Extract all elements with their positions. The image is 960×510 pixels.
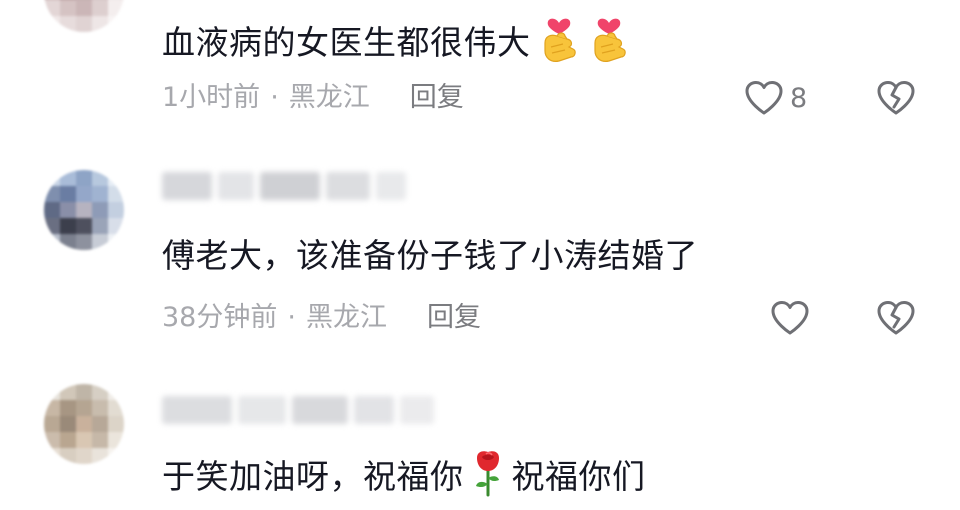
comment-text-before: 于笑加油呀，祝福你 [162,457,464,496]
reply-button[interactable]: 回复 [410,80,464,116]
comment-text-after: 祝福你们 [511,457,646,496]
dislike-button[interactable] [876,80,916,116]
like-button[interactable] [770,300,810,336]
username-redacted [162,172,406,200]
finger-heart-icon [587,13,631,76]
like-count: 8 [790,82,808,114]
rose-icon [470,448,506,509]
comment-meta: 38分钟前 · 黑龙江 回复 [162,300,481,336]
comment-location: 黑龙江 [305,302,387,333]
heart-outline-icon [771,301,809,335]
avatar[interactable] [44,170,124,250]
comment-meta: 1小时前 · 黑龙江 回复 [162,80,464,116]
username-redacted [162,396,434,424]
comment-text-body: 血液病的女医生都很伟大 [162,23,531,62]
meta-separator: · [287,302,296,333]
reply-button[interactable]: 回复 [427,300,481,336]
dislike-button[interactable] [876,300,916,336]
avatar[interactable] [44,0,124,32]
finger-heart-icon [537,13,581,76]
broken-heart-icon [877,81,915,115]
comment-time: 38分钟前 [162,302,278,333]
comment-text: 于笑加油呀，祝福你 祝福你们 [162,448,646,509]
broken-heart-icon [877,301,915,335]
comment-time: 1小时前 [162,82,261,113]
comment-text: 血液病的女医生都很伟大 [162,13,631,76]
heart-outline-icon [745,81,783,115]
meta-separator: · [270,82,279,113]
comment-location: 黑龙江 [288,82,370,113]
like-button[interactable]: 8 [744,80,807,116]
comment-text: 傅老大，该准备份子钱了小涛结婚了 [162,236,698,275]
avatar[interactable] [44,384,124,464]
